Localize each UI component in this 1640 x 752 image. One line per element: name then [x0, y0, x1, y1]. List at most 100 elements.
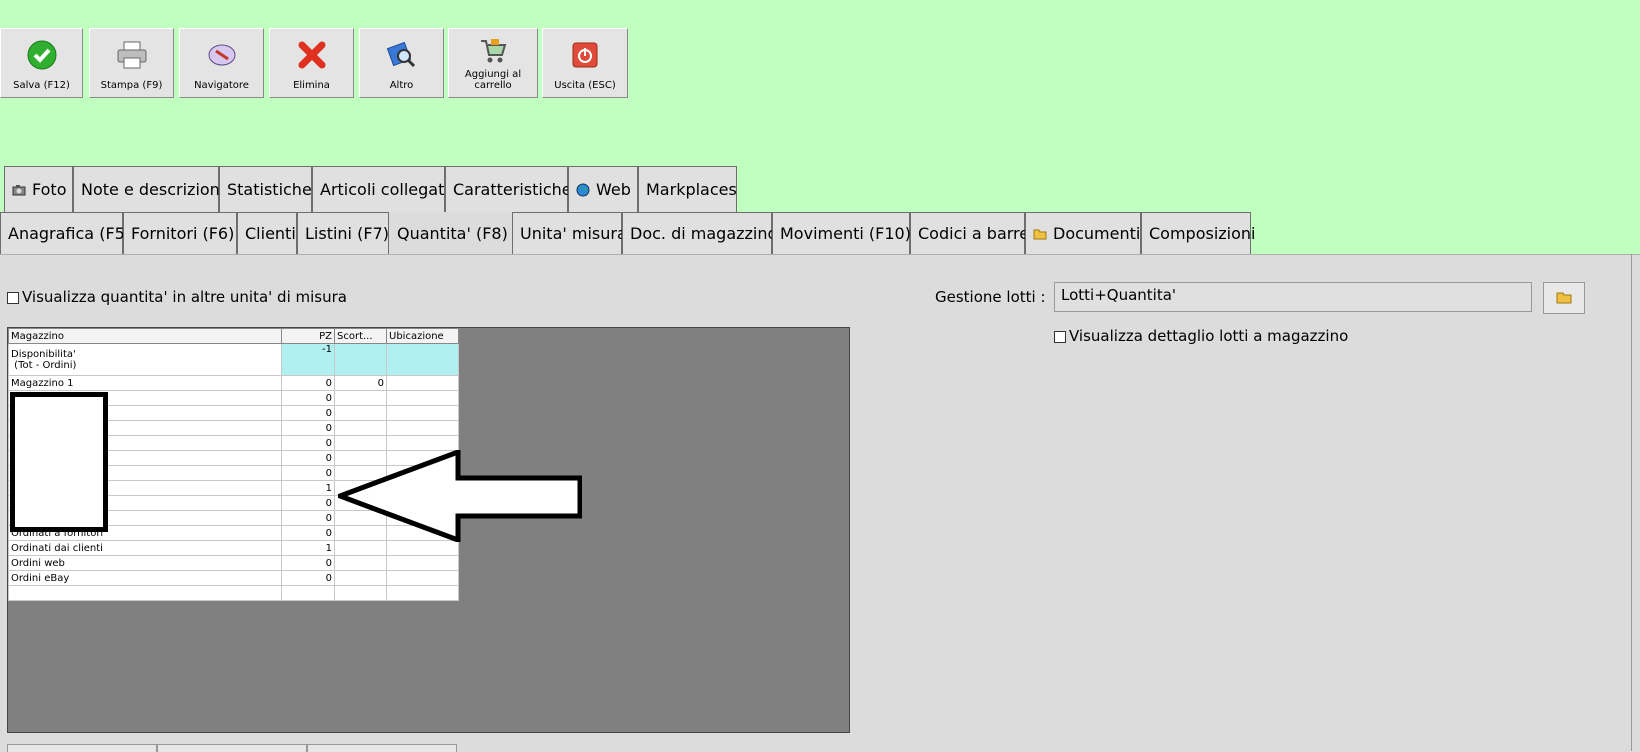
tab-movimenti[interactable]: Movimenti (F10) — [772, 212, 911, 254]
pz-cell[interactable]: 0 — [281, 570, 335, 586]
header-pz[interactable]: PZ — [281, 328, 335, 344]
pz-cell[interactable]: 0 — [281, 525, 335, 541]
tab-doc-magazzino[interactable]: Doc. di magazzino — [622, 212, 777, 254]
tab-foto[interactable]: Foto — [4, 166, 73, 212]
other-label: Altro — [389, 80, 414, 91]
tab-note-descrizioni[interactable]: Note e descrizioni — [73, 166, 224, 212]
lotti-folder-button[interactable] — [1543, 282, 1585, 314]
add-to-cart-label: Aggiungi al carrello — [464, 69, 522, 91]
dettaglio-lotti-option[interactable]: Visualizza dettaglio lotti a magazzino — [1054, 327, 1348, 345]
globe-icon — [576, 183, 590, 197]
table-row[interactable]: Magazzino 100 — [8, 375, 459, 391]
ubicazione-cell[interactable] — [386, 585, 459, 601]
tab-label: Markplaces — [646, 180, 737, 199]
ubicazione-cell[interactable] — [386, 375, 459, 391]
scorta-cell[interactable]: 0 — [334, 375, 387, 391]
add-to-cart-button[interactable]: Aggiungi al carrello — [448, 28, 538, 98]
ubicazione-cell[interactable] — [386, 405, 459, 421]
ubicazione-cell[interactable] — [386, 420, 459, 436]
warehouse-name-cell[interactable]: Ordini eBay — [8, 570, 282, 586]
altre-unita-label: Visualizza quantita' in altre unita' di … — [22, 288, 347, 306]
table-row[interactable]: Ordinati dai clienti 1 — [8, 540, 459, 556]
header-magazzino[interactable]: Magazzino — [8, 328, 282, 344]
tab-label: Web — [596, 180, 631, 199]
altre-unita-option[interactable]: Visualizza quantita' in altre unita' di … — [7, 288, 347, 306]
tab-caratteristiche[interactable]: Caratteristiche — [445, 166, 572, 212]
gestione-lotti-field[interactable]: Lotti+Quantita' — [1054, 282, 1532, 312]
pz-cell[interactable]: 1 — [281, 540, 335, 556]
exit-button[interactable]: Uscita (ESC) — [542, 28, 628, 98]
table-row[interactable]: Ordini web 0 — [8, 555, 459, 571]
pz-cell[interactable]: 0 — [281, 510, 335, 526]
pz-cell[interactable]: 0 — [281, 375, 335, 391]
tab-composizioni[interactable]: Composizioni — [1141, 212, 1256, 254]
scorta-cell[interactable] — [334, 390, 387, 406]
print-button[interactable]: Stampa (F9) — [89, 28, 174, 98]
scorta-cell[interactable] — [334, 405, 387, 421]
tab-label: Unita' misura — [520, 224, 627, 243]
pz-cell[interactable]: 0 — [281, 450, 335, 466]
compass-icon — [205, 38, 239, 72]
pz-cell[interactable]: 0 — [281, 465, 335, 481]
scorta-cell[interactable] — [334, 540, 387, 556]
warehouse-name-cell[interactable]: Magazzino 1 — [8, 375, 282, 391]
ubicazione-cell[interactable] — [386, 390, 459, 406]
tab-markplaces[interactable]: Markplaces — [638, 166, 737, 212]
header-scorta[interactable]: Scort... — [334, 328, 387, 344]
dettaglio-lotti-label: Visualizza dettaglio lotti a magazzino — [1069, 327, 1349, 345]
disponibilita-pz[interactable]: -1 — [281, 343, 335, 376]
tab-unita-misura[interactable]: Unita' misura — [512, 212, 627, 254]
tab-fornitori[interactable]: Fornitori (F6) — [123, 212, 237, 254]
pz-cell[interactable]: 0 — [281, 405, 335, 421]
scorta-cell[interactable] — [334, 420, 387, 436]
warehouse-name-cell[interactable]: Ordini web — [8, 555, 282, 571]
pz-cell[interactable]: 0 — [281, 420, 335, 436]
disponibilita-cell: Disponibilita' (Tot - Ordini) — [8, 343, 282, 376]
disponibilita-scorta[interactable] — [334, 343, 387, 376]
printer-icon — [115, 38, 149, 72]
disponibilita-ubicazione[interactable] — [386, 343, 459, 376]
tab-codici-barre[interactable]: Codici a barre — [910, 212, 1029, 254]
tab-label: Fornitori (F6) — [131, 224, 235, 243]
tab-clienti[interactable]: Clienti — [237, 212, 297, 254]
warehouse-name-cell[interactable]: Ordinati dai clienti — [8, 540, 282, 556]
warehouse-name-cell[interactable] — [8, 585, 282, 601]
tab-label: Codici a barre — [918, 224, 1030, 243]
scorta-cell[interactable] — [334, 435, 387, 451]
pz-cell[interactable]: 0 — [281, 435, 335, 451]
search-book-icon — [385, 38, 419, 72]
pz-cell[interactable]: 1 — [281, 480, 335, 496]
save-label: Salva (F12) — [13, 80, 70, 91]
pz-cell[interactable]: 0 — [281, 390, 335, 406]
table-row[interactable]: Ordini eBay 0 — [8, 570, 459, 586]
table-row[interactable] — [8, 585, 459, 601]
scorta-cell[interactable] — [334, 585, 387, 601]
other-button[interactable]: Altro — [359, 28, 444, 98]
grid-header-row: Magazzino PZ Scort... Ubicazione — [8, 328, 459, 344]
navigator-button[interactable]: Navigatore — [179, 28, 264, 98]
tab-documenti[interactable]: Documenti — [1025, 212, 1141, 254]
save-button[interactable]: Salva (F12) — [0, 28, 83, 98]
delete-button[interactable]: Elimina — [269, 28, 354, 98]
ubicazione-cell[interactable] — [386, 555, 459, 571]
tab-anagrafica[interactable]: Anagrafica (F5) — [0, 212, 131, 254]
ubicazione-cell[interactable] — [386, 570, 459, 586]
tab-statistiche[interactable]: Statistiche — [219, 166, 312, 212]
power-icon — [568, 38, 602, 72]
pz-cell[interactable] — [281, 585, 335, 601]
scorta-cell[interactable] — [334, 570, 387, 586]
scorta-cell[interactable] — [334, 555, 387, 571]
dettaglio-lotti-checkbox[interactable] — [1054, 330, 1066, 343]
ubicazione-cell[interactable] — [386, 435, 459, 451]
header-ubicazione[interactable]: Ubicazione — [386, 328, 459, 344]
pz-cell[interactable]: 0 — [281, 555, 335, 571]
delete-label: Elimina — [293, 80, 330, 91]
ubicazione-cell[interactable] — [386, 540, 459, 556]
table-row-disponibilita[interactable]: Disponibilita' (Tot - Ordini) -1 — [8, 343, 459, 376]
pz-cell[interactable]: 0 — [281, 495, 335, 511]
tab-articoli-collegati[interactable]: Articoli collegati — [312, 166, 449, 212]
tab-listini[interactable]: Listini (F7) — [297, 212, 389, 254]
altre-unita-checkbox[interactable] — [7, 291, 19, 304]
tab-quantita[interactable]: Quantita' (F8) — [389, 212, 512, 254]
tab-web[interactable]: Web — [568, 166, 638, 212]
